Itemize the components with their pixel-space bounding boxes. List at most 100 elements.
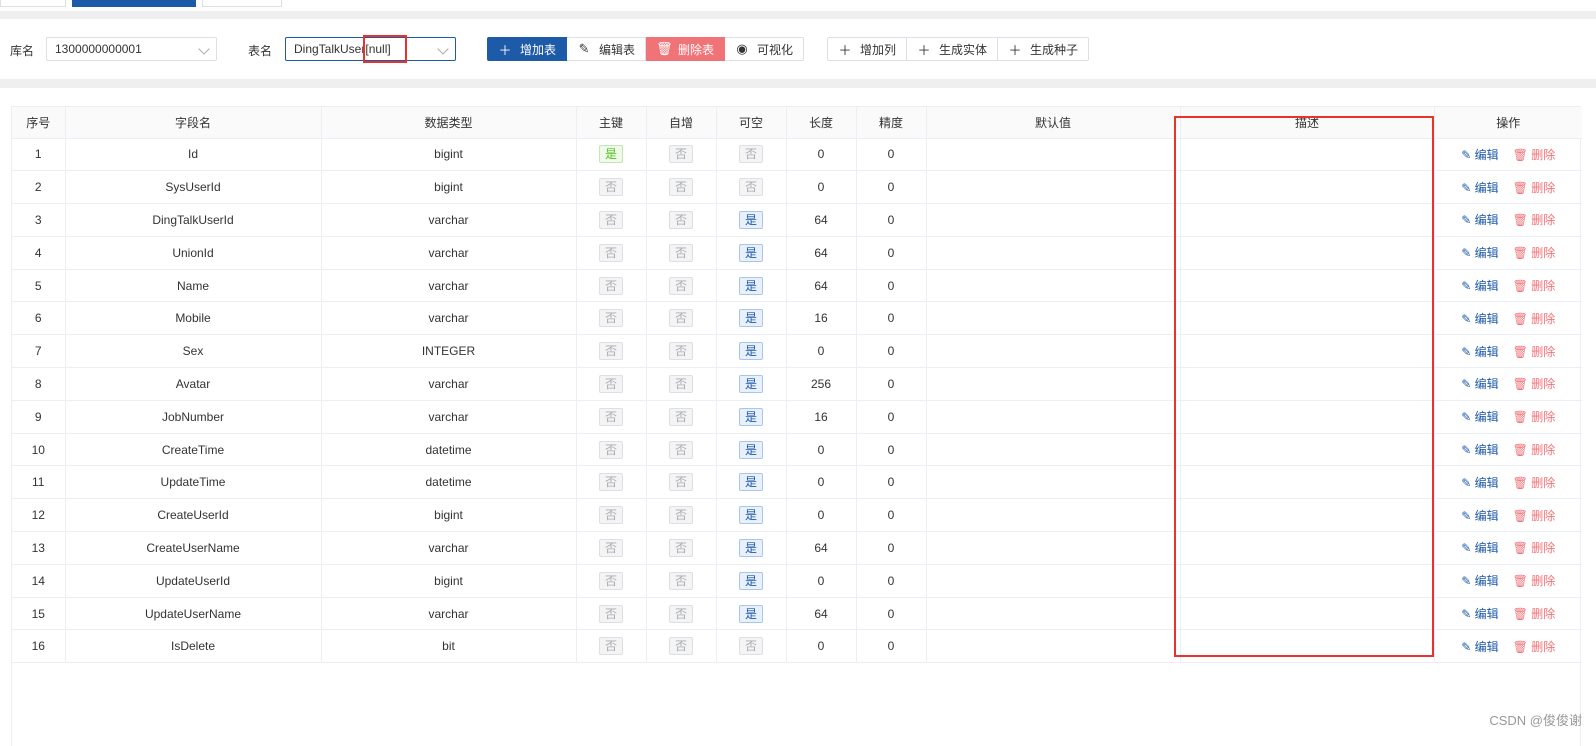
table-label: 表名 — [248, 44, 273, 58]
tab-right[interactable] — [202, 0, 282, 7]
delete-label: 删除 — [1531, 443, 1556, 458]
cell-precision: 0 — [856, 531, 927, 565]
delete-link[interactable]: 🗑 删除 — [1513, 408, 1556, 425]
edit-link[interactable]: ✎ 编辑 — [1461, 408, 1498, 425]
edit-label: 编辑 — [1474, 279, 1499, 294]
cell-length-value: 0 — [817, 508, 825, 523]
delete-link[interactable]: 🗑 删除 — [1513, 441, 1556, 458]
cell-auto-increment: 否 — [646, 531, 717, 565]
row-actions: ✎ 编辑 🗑 删除 — [1435, 474, 1583, 491]
boolean-tag: 是 — [598, 145, 623, 164]
delete-link[interactable]: 🗑 删除 — [1513, 310, 1556, 327]
delete-link[interactable]: 🗑 删除 — [1513, 211, 1556, 228]
boolean-tag: 是 — [738, 243, 763, 262]
delete-link[interactable]: 🗑 删除 — [1513, 638, 1556, 655]
edit-icon: ✎ — [1461, 147, 1475, 162]
edit-link[interactable]: ✎ 编辑 — [1461, 572, 1498, 589]
cell-auto-increment: 否 — [646, 465, 717, 500]
trash-icon: 🗑 — [1512, 607, 1532, 622]
edit-link[interactable]: ✎ 编辑 — [1461, 211, 1498, 228]
edit-link[interactable]: ✎ 编辑 — [1461, 638, 1498, 655]
delete-link[interactable]: 🗑 删除 — [1513, 605, 1556, 622]
edit-link[interactable]: ✎ 编辑 — [1461, 310, 1498, 327]
button-label: 生成实体 — [939, 42, 988, 57]
cell-length-value: 0 — [817, 147, 825, 162]
cell-data-type-value: varchar — [428, 245, 469, 260]
cell-data-type: bigint — [321, 170, 577, 205]
edit-link[interactable]: ✎ 编辑 — [1461, 507, 1498, 524]
row-actions: ✎ 编辑 🗑 删除 — [1435, 441, 1583, 458]
cell-precision: 0 — [856, 465, 927, 500]
boolean-tag: 否 — [668, 571, 693, 590]
edit-link[interactable]: ✎ 编辑 — [1461, 146, 1498, 163]
delete-link[interactable]: 🗑 删除 — [1513, 277, 1556, 294]
button-buttons_main-3[interactable]: ◉ 可视化 — [725, 37, 805, 61]
cell-data-type-value: datetime — [425, 475, 472, 490]
cell-primary-key: 否 — [576, 236, 647, 270]
boolean-tag: 否 — [598, 407, 623, 426]
delete-link[interactable]: 🗑 删除 — [1513, 343, 1556, 360]
delete-link[interactable]: 🗑 删除 — [1513, 572, 1556, 589]
cell-default — [926, 597, 1181, 631]
button-buttons_main-2[interactable]: 🗑 删除表 — [646, 37, 726, 61]
cell-length-value: 64 — [814, 278, 828, 293]
boolean-tag: 否 — [738, 145, 763, 164]
cell-data-type: datetime — [321, 433, 577, 467]
cell-length-value: 16 — [814, 311, 828, 326]
delete-label: 删除 — [1531, 344, 1556, 359]
tab-left[interactable] — [0, 0, 66, 7]
tab-active[interactable] — [72, 0, 196, 7]
cell-index-value: 16 — [31, 639, 45, 654]
edit-label: 编辑 — [1474, 443, 1499, 458]
cell-actions: ✎ 编辑 🗑 删除 — [1434, 236, 1582, 270]
edit-link[interactable]: ✎ 编辑 — [1461, 474, 1498, 491]
button-buttons_extra-0[interactable]: ＋ 增加列 — [827, 37, 908, 61]
cell-data-type-value: varchar — [428, 212, 469, 227]
cell-precision-value: 0 — [887, 245, 895, 260]
column-action-buttons: ＋ 增加列 ＋ 生成实体 ＋ 生成种子 — [827, 37, 1090, 61]
cell-data-type-value: datetime — [425, 442, 472, 457]
delete-link[interactable]: 🗑 删除 — [1513, 179, 1556, 196]
button-label: 编辑表 — [599, 42, 636, 57]
button-label: 生成种子 — [1030, 42, 1079, 57]
cell-primary-key: 否 — [576, 629, 647, 664]
cell-field-name-value: CreateUserId — [157, 508, 229, 523]
edit-link[interactable]: ✎ 编辑 — [1461, 277, 1498, 294]
delete-link[interactable]: 🗑 删除 — [1513, 474, 1556, 491]
edit-link[interactable]: ✎ 编辑 — [1461, 179, 1498, 196]
delete-link[interactable]: 🗑 删除 — [1513, 507, 1556, 524]
delete-link[interactable]: 🗑 删除 — [1513, 539, 1556, 556]
edit-link[interactable]: ✎ 编辑 — [1461, 605, 1498, 622]
button-buttons_extra-1[interactable]: ＋ 生成实体 — [907, 37, 999, 61]
edit-label: 编辑 — [1474, 639, 1499, 654]
edit-link[interactable]: ✎ 编辑 — [1461, 375, 1498, 392]
button-buttons_main-1[interactable]: ✎ 编辑表 — [567, 37, 647, 61]
delete-link[interactable]: 🗑 删除 — [1513, 375, 1556, 392]
cell-actions: ✎ 编辑 🗑 删除 — [1434, 433, 1583, 467]
cell-index-value: 3 — [34, 212, 42, 227]
delete-link[interactable]: 🗑 删除 — [1513, 244, 1556, 261]
cell-nullable: 是 — [716, 400, 787, 434]
cell-index: 7 — [12, 334, 66, 369]
delete-link[interactable]: 🗑 删除 — [1513, 146, 1556, 163]
cell-length: 0 — [786, 170, 857, 205]
cell-length: 256 — [786, 367, 857, 401]
column-header: 长度 — [786, 107, 857, 139]
boolean-tag: 否 — [598, 178, 623, 197]
cell-precision: 0 — [856, 367, 927, 401]
button-buttons_main-0[interactable]: ＋ 增加表 — [487, 37, 568, 61]
edit-link[interactable]: ✎ 编辑 — [1461, 343, 1498, 360]
cell-actions: ✎ 编辑 🗑 删除 — [1434, 597, 1582, 631]
edit-link[interactable]: ✎ 编辑 — [1461, 244, 1498, 261]
button-buttons_extra-2[interactable]: ＋ 生成种子 — [998, 37, 1090, 61]
delete-label: 删除 — [1531, 574, 1556, 589]
edit-label: 编辑 — [1474, 180, 1499, 195]
edit-link[interactable]: ✎ 编辑 — [1461, 539, 1498, 556]
delete-label: 删除 — [1531, 311, 1556, 326]
row-actions: ✎ 编辑 🗑 删除 — [1435, 277, 1583, 294]
cell-index: 13 — [12, 531, 66, 565]
db-select[interactable]: 1300000000001 — [46, 37, 217, 61]
plus-icon: ＋ — [838, 42, 852, 58]
boolean-tag: 否 — [668, 210, 693, 229]
edit-link[interactable]: ✎ 编辑 — [1461, 441, 1498, 458]
